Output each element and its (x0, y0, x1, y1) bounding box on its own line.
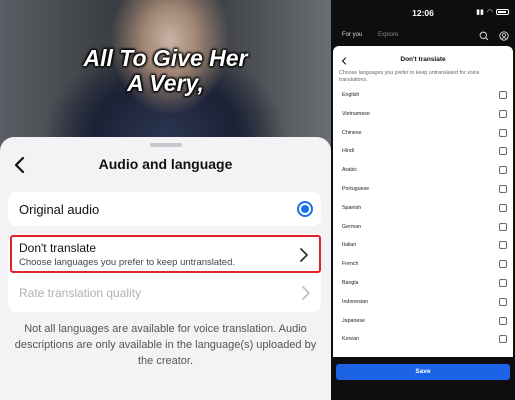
language-checkbox[interactable] (499, 166, 507, 175)
sheet-grabber[interactable] (150, 143, 182, 147)
language-checkbox[interactable] (499, 335, 507, 344)
language-name: Portuguese (342, 185, 370, 192)
video-pane: All To Give Her A Very, Audio and langua… (0, 0, 331, 400)
audio-language-sheet: Audio and language Original audio Don't … (0, 137, 331, 400)
language-row[interactable]: Indonesian (333, 293, 513, 312)
dont-translate-subtitle: Choose languages you prefer to keep untr… (19, 257, 236, 268)
top-nav: For you Explore (331, 30, 515, 44)
signal-icon: ▮▮ (476, 9, 484, 16)
language-name: Arabic (342, 167, 358, 174)
save-button[interactable]: Save (336, 364, 510, 380)
language-name: Japanese (342, 317, 365, 324)
status-bar: 12:06 ▮▮ ◠ (331, 0, 515, 24)
wifi-icon: ◠ (486, 9, 493, 16)
language-name: Korean (342, 336, 360, 343)
chevron-right-icon (302, 286, 310, 300)
panel-description: Choose languages you prefer to keep untr… (339, 70, 480, 83)
original-audio-label: Original audio (19, 202, 100, 217)
dont-translate-panel: Don't translate Choose languages you pre… (333, 46, 513, 357)
original-audio-radio[interactable] (297, 201, 313, 217)
language-row[interactable]: Arabic (333, 161, 513, 180)
search-icon[interactable] (479, 31, 489, 41)
original-audio-option[interactable]: Original audio (8, 192, 321, 226)
language-name: German (342, 223, 362, 230)
language-row[interactable]: Japanese (333, 312, 513, 331)
language-name: Bangla (342, 279, 359, 286)
language-name: Italian (342, 242, 357, 249)
language-row[interactable]: Bangla (333, 274, 513, 293)
language-checkbox[interactable] (499, 128, 507, 137)
language-row[interactable]: French (333, 255, 513, 274)
language-list: English Vietnamese Chinese Hindi Arabic Portu… (333, 86, 513, 349)
status-icons: ▮▮ ◠ (476, 8, 509, 16)
language-row[interactable]: Spanish (333, 199, 513, 218)
language-name: English (342, 92, 360, 98)
chevron-right-icon (300, 248, 308, 262)
tab-explore[interactable]: Explore (378, 32, 398, 38)
sheet-title: Audio and language (98, 156, 233, 172)
language-checkbox[interactable] (499, 147, 507, 156)
subtitle-line-2: A Very, (127, 70, 204, 96)
panel-title: Don't translate (400, 56, 446, 63)
language-checkbox[interactable] (499, 184, 507, 193)
battery-icon (496, 9, 509, 15)
language-checkbox[interactable] (499, 91, 507, 99)
language-name: Chinese (342, 129, 362, 136)
language-row[interactable]: German (333, 218, 513, 237)
language-checkbox[interactable] (499, 260, 507, 269)
language-row[interactable]: Italian (333, 236, 513, 255)
tab-for-you[interactable]: For you (342, 32, 362, 38)
language-checkbox[interactable] (499, 203, 507, 212)
language-checkbox[interactable] (499, 316, 507, 325)
language-row[interactable]: Chinese (333, 124, 513, 143)
language-row[interactable]: Korean (333, 330, 513, 349)
language-checkbox[interactable] (499, 278, 507, 287)
phone-screen: 12:06 ▮▮ ◠ For you Explore Don't transla… (331, 0, 515, 400)
profile-icon[interactable] (499, 31, 509, 41)
dont-translate-row[interactable]: Don't translate Choose languages you pre… (10, 235, 321, 273)
language-name: Indonesian (342, 298, 368, 305)
subtitle-line-1: All To Give Her (83, 45, 248, 71)
language-checkbox[interactable] (499, 222, 507, 231)
language-name: French (342, 261, 359, 268)
language-row[interactable]: Hindi (333, 142, 513, 161)
language-name: Spanish (342, 204, 362, 211)
dont-translate-title: Don't translate (19, 241, 96, 255)
language-name: Vietnamese (342, 110, 370, 117)
language-row[interactable]: Portuguese (333, 180, 513, 199)
availability-footnote: Not all languages are available for voic… (14, 323, 317, 367)
language-checkbox[interactable] (499, 297, 507, 306)
language-checkbox[interactable] (499, 109, 507, 118)
rate-translation-row[interactable]: Rate translation quality (8, 276, 321, 310)
rate-translation-label: Rate translation quality (19, 286, 142, 300)
language-row[interactable]: English (333, 86, 513, 105)
language-name: Hindi (342, 148, 355, 155)
language-row[interactable]: Vietnamese (333, 105, 513, 124)
language-checkbox[interactable] (499, 241, 507, 250)
translation-options-card: Don't translate Choose languages you pre… (8, 234, 321, 312)
